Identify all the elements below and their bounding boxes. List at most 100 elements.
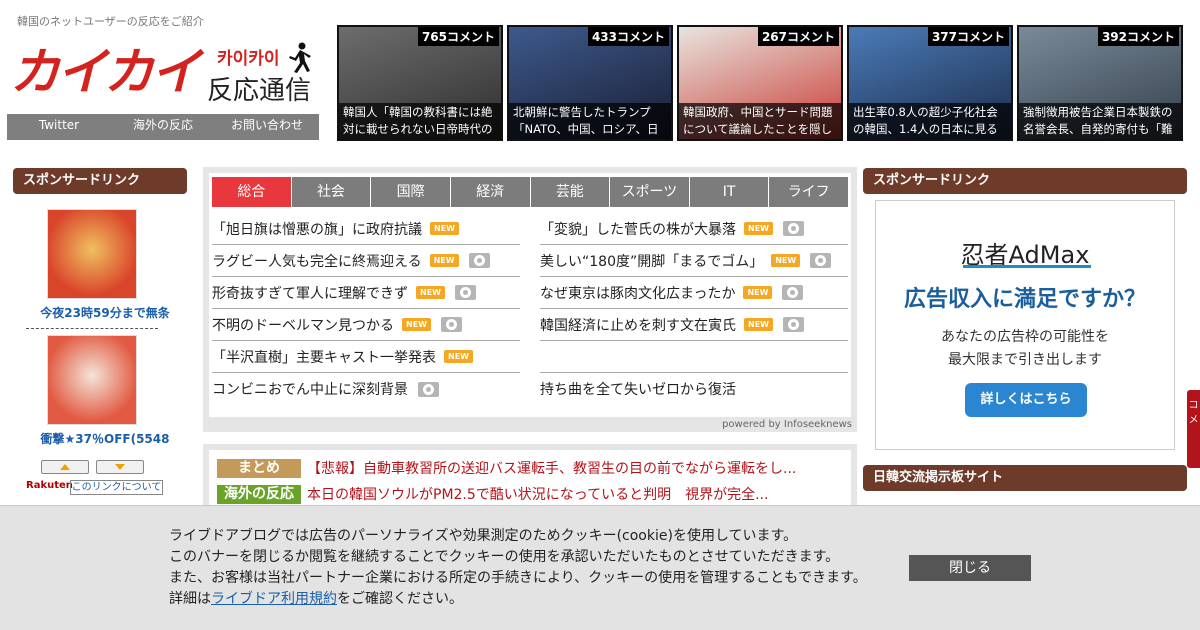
nav-overseas-reactions[interactable]: 海外の反応: [111, 114, 215, 140]
news-title[interactable]: 「変貌」した菅氏の株が大暴落: [540, 219, 736, 239]
news-item[interactable]: 「半沢直樹」主要キャスト一挙発表 NEW: [212, 341, 520, 373]
news-title[interactable]: コンビニおでん中止に深刻背景: [212, 379, 408, 399]
news-item[interactable]: 「旭日旗は憎悪の旗」に政府抗議 NEW: [212, 213, 520, 245]
comment-count: 765コメント: [417, 27, 499, 46]
category-tag: まとめ: [217, 458, 301, 478]
news-title[interactable]: 「半沢直樹」主要キャスト一挙発表: [212, 347, 436, 367]
product-image[interactable]: [47, 335, 137, 425]
comment-side-tab-label: コメ: [1188, 400, 1199, 426]
news-title[interactable]: 韓国経済に止めを刺す文在寅氏: [540, 315, 736, 335]
news-item[interactable]: 「変貌」した菅氏の株が大暴落 NEW: [540, 213, 848, 245]
new-badge: NEW: [744, 222, 773, 235]
featured-article-thumb[interactable]: 392コメント 強制徴用被告企業日本製鉄の名誉会長、自発的寄付も「難: [1017, 25, 1183, 141]
category-tabs: 総合 社会 国際 経済 芸能 スポーツ IT ライフ: [212, 177, 848, 207]
camera-icon: [418, 381, 439, 397]
news-title[interactable]: 持ち曲を全て失いゼロから復活: [540, 379, 736, 399]
matome-row[interactable]: 海外の反応 本日の韓国ソウルがPM2.5で酷い状況になっていると判明 視界が完全…: [217, 484, 768, 504]
sponsored-links-heading: スポンサードリンク: [863, 168, 1187, 194]
scroll-down-button[interactable]: [96, 460, 144, 474]
tab-category[interactable]: 総合: [212, 177, 291, 207]
nav-contact[interactable]: お問い合わせ: [215, 114, 319, 140]
news-widget: 総合 社会 国際 経済 芸能 スポーツ IT ライフ 「旭日旗は憎悪の旗」に政府抗議 NEW ラグ…: [203, 167, 857, 432]
rakuten-logo[interactable]: Rakuten: [26, 480, 73, 491]
tab-category[interactable]: 芸能: [530, 177, 610, 207]
news-title[interactable]: ラグビー人気も完全に終焉迎える: [212, 251, 422, 271]
new-badge: NEW: [743, 286, 773, 299]
article-caption: 出生率0.8人の超少子化社会の韓国、1.4人の日本に見る: [849, 103, 1011, 139]
exchange-board-heading: 日韓交流掲示板サイト: [863, 465, 1187, 491]
product-link[interactable]: 今夜23時59分まで無条: [13, 304, 197, 321]
news-item[interactable]: ラグビー人気も完全に終焉迎える NEW: [212, 245, 520, 277]
tab-category[interactable]: スポーツ: [610, 177, 689, 207]
site-logo-kana: 카이카이: [217, 49, 280, 69]
cookie-close-button[interactable]: 閉じる: [909, 555, 1031, 581]
featured-article-thumb[interactable]: 267コメント 韓国政府、中国とサード問題について議論したことを隠し: [677, 25, 843, 141]
featured-article-thumb[interactable]: 377コメント 出生率0.8人の超少子化社会の韓国、1.4人の日本に見る: [847, 25, 1013, 141]
matome-widget: まとめ 【悲報】自動車教習所の送迎バス運転手、教習生の目の前でながら運転をし..…: [203, 444, 857, 514]
tab-category[interactable]: 国際: [371, 177, 450, 207]
product-image[interactable]: [47, 209, 137, 299]
site-logo-subtitle: 反応通信: [207, 76, 312, 106]
scroll-up-button[interactable]: [41, 460, 89, 474]
terms-link[interactable]: ライブドア利用規約: [211, 591, 337, 607]
news-item[interactable]: 形奇抜すぎて軍人に理解できず NEW: [212, 277, 520, 309]
arrow-down-icon: [115, 464, 125, 470]
divider: [26, 328, 158, 329]
news-title[interactable]: 「旭日旗は憎悪の旗」に政府抗議: [212, 219, 422, 239]
category-tag: 海外の反応: [217, 484, 301, 504]
news-column-right: 「変貌」した菅氏の株が大暴落 NEW 美しい“180度”開脚「まるでゴム」 NEW なぜ…: [540, 213, 848, 405]
news-title[interactable]: 美しい“180度”開脚「まるでゴム」: [540, 251, 763, 271]
news-title[interactable]: 不明のドーベルマン見つかる: [212, 315, 394, 335]
article-caption: 韓国政府、中国とサード問題について議論したことを隠し: [679, 103, 841, 139]
ad-body-line: あなたの広告枠の可能性を: [941, 329, 1109, 345]
comment-side-tab[interactable]: コメ: [1187, 390, 1200, 468]
cookie-line-prefix: 詳細は: [169, 591, 211, 607]
featured-article-thumb[interactable]: 433コメント 北朝鮮に警告したトランプ「NATO、中国、ロシア、日: [507, 25, 673, 141]
ad-body-line: 最大限まで引き出します: [948, 352, 1102, 368]
ad-cta-button[interactable]: 詳しくはこちら: [965, 383, 1087, 417]
new-badge: NEW: [444, 350, 473, 363]
tab-category[interactable]: IT: [689, 177, 769, 207]
cookie-line: このバナーを閉じるか閲覧を継続することでクッキーの使用を承認いただいたものとさせ…: [169, 549, 840, 565]
powered-by[interactable]: powered by Infoseeknews: [722, 419, 852, 430]
news-item[interactable]: 持ち曲を全て失いゼロから復活: [540, 373, 848, 405]
camera-icon: [782, 285, 804, 300]
comment-count: 392コメント: [1097, 27, 1179, 46]
main-nav: Twitter 海外の反応 お問い合わせ: [7, 114, 319, 140]
news-item[interactable]: なぜ東京は豚肉文化広まったか NEW: [540, 277, 848, 309]
featured-article-thumb[interactable]: 765コメント 韓国人「韓国の教科書には絶対に載せられない日帝時代の: [337, 25, 503, 141]
tab-category[interactable]: 経済: [450, 177, 530, 207]
cookie-line: ライブドアブログでは広告のパーソナライズや効果測定のためクッキー(cookie)…: [169, 528, 798, 544]
new-badge: NEW: [429, 254, 459, 267]
site-logo[interactable]: カイカイ: [10, 42, 201, 102]
ad-banner[interactable]: 忍者AdMax 広告収入に満足ですか？ あなたの広告枠の可能性を 最大限まで引き…: [875, 200, 1175, 450]
cookie-line-suffix: をご確認ください。: [337, 591, 463, 607]
ad-headline: 広告収入に満足ですか？: [903, 287, 1146, 312]
new-badge: NEW: [416, 286, 445, 299]
matome-link[interactable]: 本日の韓国ソウルがPM2.5で酷い状況になっていると判明 視界が完全...: [307, 484, 768, 504]
new-badge: NEW: [430, 222, 459, 235]
product-link[interactable]: 衝撃★37％OFF(5548: [13, 430, 197, 447]
camera-icon: [810, 253, 832, 268]
cookie-line: 詳細はライブドア利用規約をご確認ください。: [169, 589, 867, 610]
matome-row[interactable]: まとめ 【悲報】自動車教習所の送迎バス運転手、教習生の目の前でながら運転をし..…: [217, 458, 796, 478]
comment-count: 377コメント: [927, 27, 1009, 46]
news-item[interactable]: 不明のドーベルマン見つかる NEW: [212, 309, 520, 341]
news-item: [540, 341, 848, 373]
news-title[interactable]: なぜ東京は豚肉文化広まったか: [540, 283, 735, 303]
about-this-link[interactable]: このリンクについて: [70, 480, 163, 495]
news-item[interactable]: コンビニおでん中止に深刻背景: [212, 373, 520, 405]
tab-category[interactable]: 社会: [291, 177, 371, 207]
news-title[interactable]: 形奇抜すぎて軍人に理解できず: [212, 283, 408, 303]
matome-link[interactable]: 【悲報】自動車教習所の送迎バス運転手、教習生の目の前でながら運転をし...: [307, 458, 796, 478]
new-badge: NEW: [771, 254, 801, 267]
tab-category[interactable]: ライフ: [769, 177, 848, 207]
news-item[interactable]: 美しい“180度”開脚「まるでゴム」 NEW: [540, 245, 848, 277]
camera-icon: [782, 221, 804, 236]
ad-body: あなたの広告枠の可能性を 最大限まで引き出します: [876, 326, 1174, 372]
camera-icon: [440, 317, 462, 332]
article-caption: 強制徴用被告企業日本製鉄の名誉会長、自発的寄付も「難: [1019, 103, 1181, 139]
nav-twitter[interactable]: Twitter: [7, 114, 111, 140]
ad-brand-underline: [963, 265, 1091, 268]
news-item[interactable]: 韓国経済に止めを刺す文在寅氏 NEW: [540, 309, 848, 341]
